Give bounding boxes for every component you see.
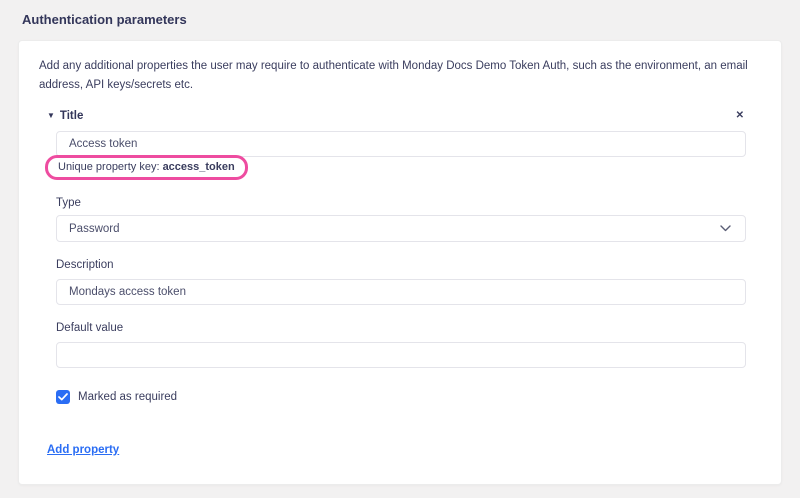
property-title-label: Title: [60, 110, 83, 122]
chevron-down-icon: [720, 225, 731, 232]
page-title: Authentication parameters: [0, 0, 800, 27]
required-checkbox-label: Marked as required: [78, 391, 177, 403]
type-label: Type: [56, 197, 746, 209]
default-value-label: Default value: [56, 322, 746, 334]
default-value-input[interactable]: [56, 342, 746, 368]
description-label: Description: [56, 259, 746, 271]
required-checkbox-row[interactable]: Marked as required: [56, 390, 746, 404]
close-icon[interactable]: ✕: [734, 109, 746, 123]
auth-parameters-card: Add any additional properties the user m…: [18, 40, 782, 485]
unique-key-value: access_token: [163, 161, 235, 173]
card-description: Add any additional properties the user m…: [39, 57, 761, 95]
unique-property-key-highlight: Unique property key: access_token: [45, 155, 248, 180]
add-property-link[interactable]: Add property: [47, 444, 119, 456]
description-input[interactable]: [56, 279, 746, 305]
property-header: ▼ Title ✕: [47, 109, 746, 123]
collapse-caret-icon: ▼: [47, 112, 55, 120]
type-select[interactable]: Password: [56, 215, 746, 242]
unique-key-prefix: Unique property key:: [58, 161, 163, 173]
property-section: ▼ Title ✕ Unique property key: access_to…: [47, 109, 746, 404]
title-input[interactable]: [56, 131, 746, 157]
checkmark-icon: [58, 393, 68, 401]
property-fields: Unique property key: access_token Type P…: [56, 131, 746, 404]
type-select-value: Password: [69, 223, 120, 235]
property-collapse-toggle[interactable]: ▼ Title: [47, 110, 83, 122]
required-checkbox[interactable]: [56, 390, 70, 404]
